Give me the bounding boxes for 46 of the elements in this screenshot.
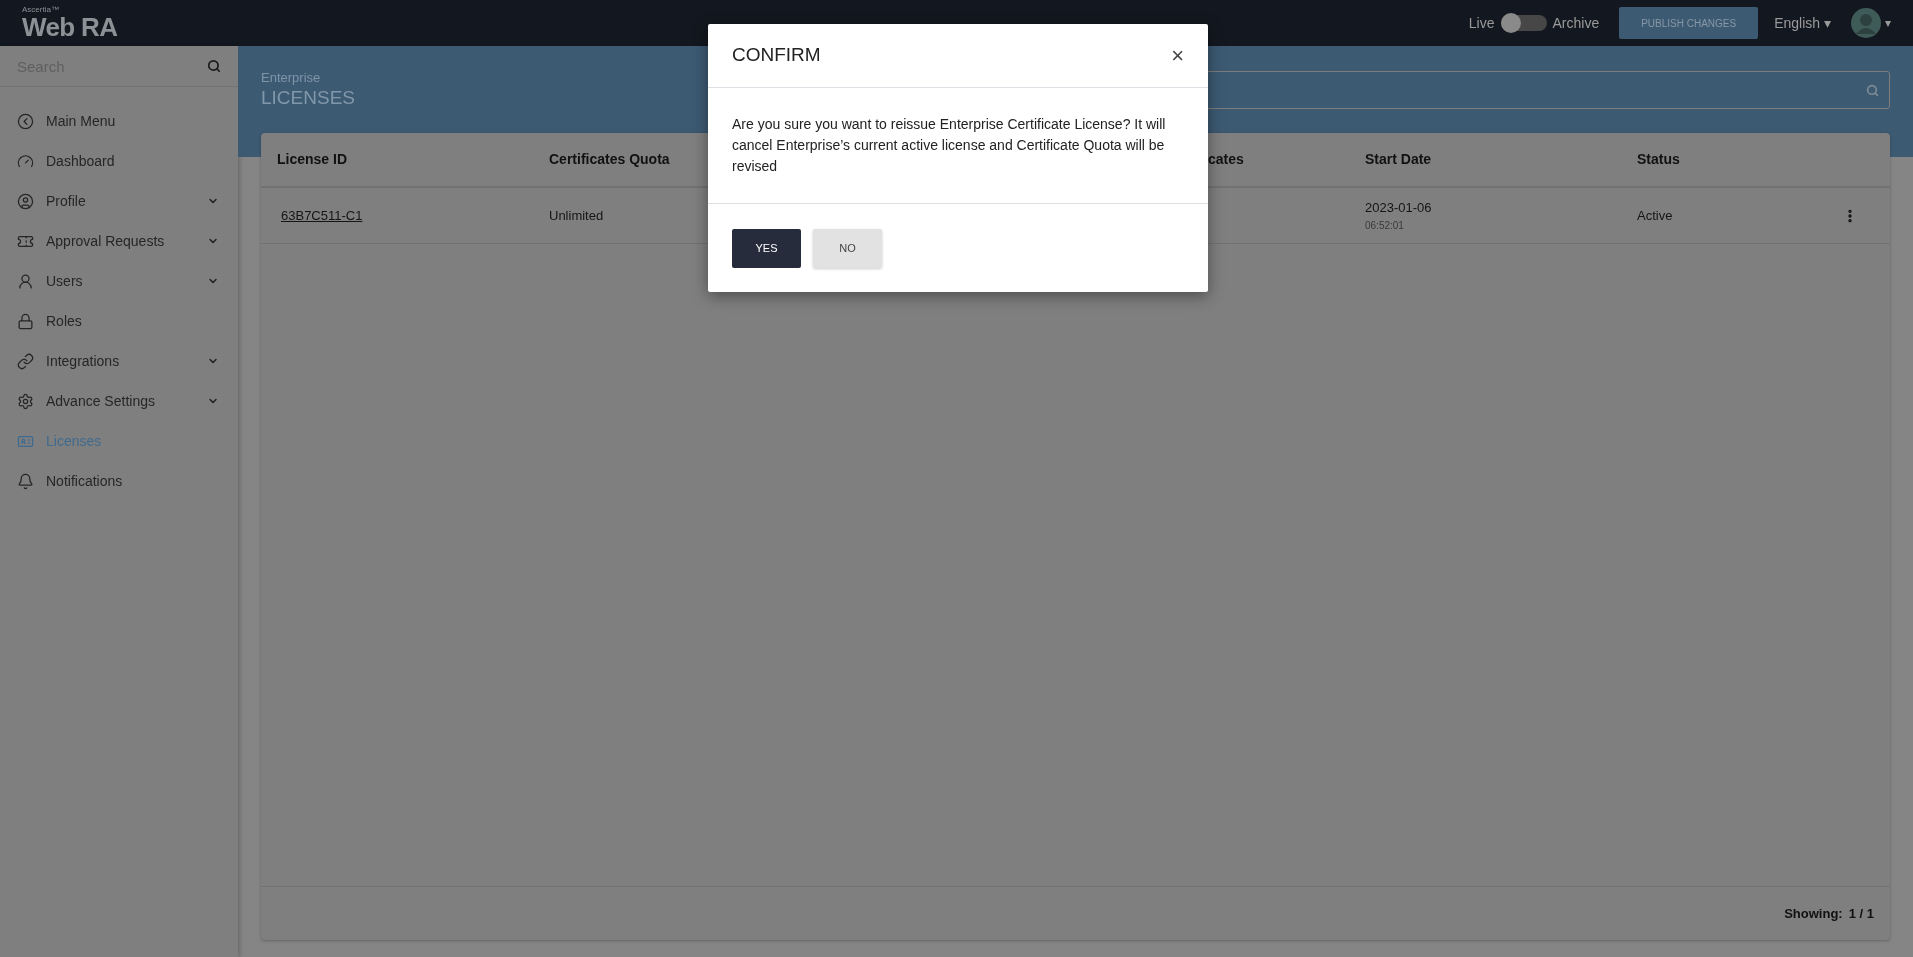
sidebar-item[interactable]: Dashboard	[0, 141, 238, 181]
lock-icon	[17, 312, 34, 330]
sidebar-item[interactable]: Users	[0, 261, 238, 301]
live-archive-toggle[interactable]	[1500, 15, 1547, 31]
logo-text: Web RA	[22, 14, 118, 40]
sidebar-item[interactable]: Main Menu	[0, 101, 238, 141]
search-icon[interactable]	[207, 59, 221, 73]
sidebar-item[interactable]: Integrations	[0, 341, 238, 381]
table-cell-text: 2023-01-06	[1365, 199, 1433, 218]
bell-icon	[17, 472, 34, 490]
toggle-label: Archive	[1552, 13, 1600, 33]
showing-count: 1 / 1	[1848, 904, 1874, 923]
sidebar-item[interactable]: Approval Requests	[0, 221, 238, 261]
link-icon	[17, 352, 34, 370]
column-header: Start Date	[1365, 150, 1432, 169]
dialog-message: Are you sure you want to reissue Enterprise Certificate License? It will cancel Enterprise’s current active license and Certificate Quota will be revised	[732, 115, 1167, 176]
publish-changes-button[interactable]: PUBLISH CHANGES	[1619, 7, 1759, 39]
avatar-caret[interactable]: ▾	[1885, 14, 1891, 32]
column-header: Certificates Quota	[549, 150, 670, 169]
sidebar-item[interactable]: Advance Settings	[0, 381, 238, 421]
column-header: License ID	[277, 150, 348, 169]
sidebar-item[interactable]: Notifications	[0, 461, 238, 501]
gauge-icon	[17, 152, 34, 170]
dialog-button[interactable]: NO	[813, 228, 882, 268]
toggle-label: Live	[1468, 13, 1495, 33]
sidebar-item[interactable]: Profile	[0, 181, 238, 221]
time-text: 06:52:01	[1365, 218, 1405, 233]
close-button[interactable]: ×	[1171, 44, 1184, 67]
column-header: cates	[1208, 150, 1244, 169]
avatar-icon[interactable]	[1851, 8, 1881, 38]
back-circle-icon	[17, 112, 34, 130]
dialog-button[interactable]: YES	[732, 228, 801, 268]
gear-icon	[17, 392, 34, 410]
license-id-link[interactable]: 63B7C511-C1	[277, 205, 363, 226]
language-selector[interactable]: English ▾	[1774, 12, 1831, 34]
page-title: LICENSES	[261, 86, 355, 110]
showing-label: Showing:	[1784, 904, 1843, 923]
column-header: Status	[1637, 150, 1680, 169]
brand-tagline: Ascertia™	[22, 6, 60, 14]
user-icon	[17, 272, 34, 290]
dialog-title: CONFIRM	[732, 43, 821, 68]
user-circle-icon	[17, 192, 34, 210]
page-subtitle: Enterprise	[261, 70, 322, 87]
sidebar-item[interactable]: Roles	[0, 301, 238, 341]
table-cell-text: Unlimited	[549, 206, 605, 225]
table-cell-text: Active	[1637, 206, 1674, 225]
